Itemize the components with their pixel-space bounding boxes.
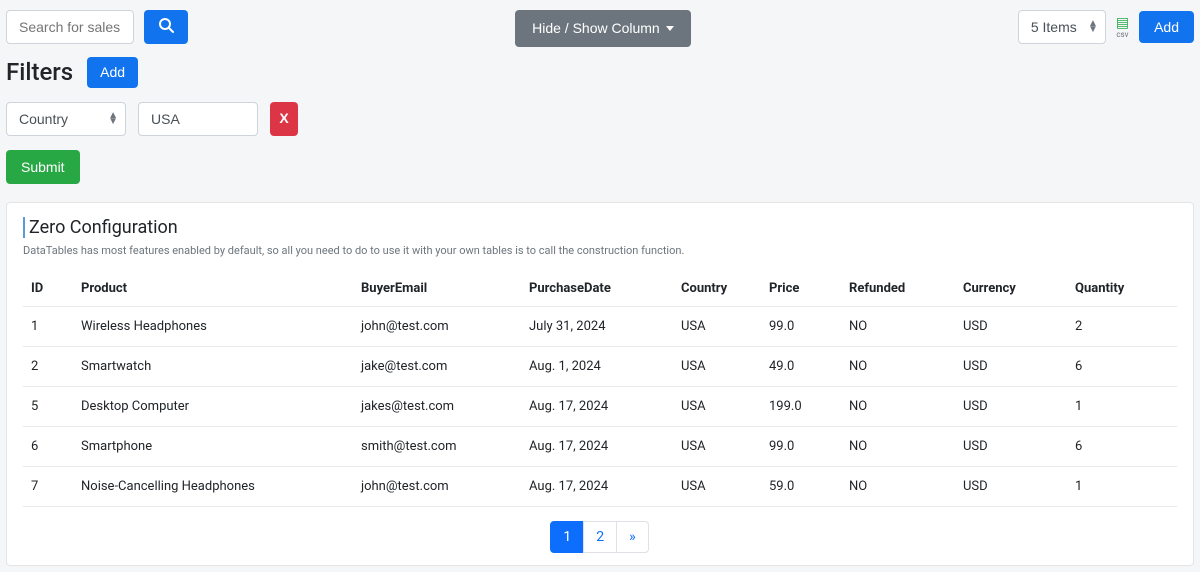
cell-product: Smartphone: [73, 427, 353, 467]
table-row: 5Desktop Computerjakes@test.comAug. 17, …: [23, 387, 1177, 427]
cell-product: Desktop Computer: [73, 387, 353, 427]
cell-refunded: NO: [841, 387, 955, 427]
search-input[interactable]: [6, 10, 134, 44]
cell-price: 59.0: [761, 467, 841, 507]
th-price[interactable]: Price: [761, 271, 841, 307]
cell-currency: USD: [955, 467, 1067, 507]
cell-refunded: NO: [841, 307, 955, 347]
items-per-page-select-inner[interactable]: 5 Items: [1018, 10, 1106, 44]
cell-price: 99.0: [761, 427, 841, 467]
cell-price: 99.0: [761, 307, 841, 347]
cell-email: john@test.com: [353, 467, 521, 507]
cell-product: Wireless Headphones: [73, 307, 353, 347]
search-icon: [158, 17, 174, 37]
cell-country: USA: [673, 467, 761, 507]
th-email[interactable]: BuyerEmail: [353, 271, 521, 307]
sales-table: ID Product BuyerEmail PurchaseDate Count…: [23, 271, 1177, 507]
filter-field-select[interactable]: Country ▲▼: [6, 102, 126, 136]
cell-email: jake@test.com: [353, 347, 521, 387]
cell-product: Noise-Cancelling Headphones: [73, 467, 353, 507]
card-description: DataTables has most features enabled by …: [23, 244, 1177, 257]
table-row: 2Smartwatchjake@test.comAug. 1, 2024USA4…: [23, 347, 1177, 387]
hide-show-column-button[interactable]: Hide / Show Column: [515, 10, 691, 47]
add-filter-button[interactable]: Add: [87, 57, 138, 88]
cell-id: 2: [23, 347, 73, 387]
cell-refunded: NO: [841, 467, 955, 507]
th-quantity[interactable]: Quantity: [1067, 271, 1177, 307]
page-next[interactable]: »: [616, 521, 649, 553]
cell-quantity: 6: [1067, 427, 1177, 467]
filter-value-input[interactable]: [138, 102, 258, 136]
cell-date: July 31, 2024: [521, 307, 673, 347]
cell-price: 49.0: [761, 347, 841, 387]
th-date[interactable]: PurchaseDate: [521, 271, 673, 307]
cell-currency: USD: [955, 387, 1067, 427]
filters-heading: Filters: [6, 58, 73, 86]
table-row: 7Noise-Cancelling Headphonesjohn@test.co…: [23, 467, 1177, 507]
remove-filter-button[interactable]: X: [270, 102, 298, 136]
cell-id: 6: [23, 427, 73, 467]
table-row: 6Smartphonesmith@test.comAug. 17, 2024US…: [23, 427, 1177, 467]
card-title: Zero Configuration: [23, 217, 1177, 238]
csv-label: csv: [1116, 30, 1128, 39]
cell-id: 7: [23, 467, 73, 507]
search-button[interactable]: [144, 10, 188, 44]
filter-field-select-inner[interactable]: Country: [6, 102, 126, 136]
cell-email: john@test.com: [353, 307, 521, 347]
pagination: 12»: [23, 521, 1177, 553]
spreadsheet-icon: ▤: [1116, 16, 1129, 30]
cell-country: USA: [673, 427, 761, 467]
cell-date: Aug. 17, 2024: [521, 467, 673, 507]
cell-email: smith@test.com: [353, 427, 521, 467]
cell-refunded: NO: [841, 347, 955, 387]
cell-quantity: 6: [1067, 347, 1177, 387]
table-header-row: ID Product BuyerEmail PurchaseDate Count…: [23, 271, 1177, 307]
export-csv-button[interactable]: ▤ csv: [1116, 16, 1129, 39]
cell-refunded: NO: [841, 427, 955, 467]
data-card: Zero Configuration DataTables has most f…: [6, 202, 1194, 566]
filter-row: Country ▲▼ X: [6, 102, 1194, 136]
th-currency[interactable]: Currency: [955, 271, 1067, 307]
add-button[interactable]: Add: [1139, 11, 1194, 44]
table-row: 1Wireless Headphonesjohn@test.comJuly 31…: [23, 307, 1177, 347]
hide-show-column-label: Hide / Show Column: [532, 20, 660, 37]
cell-id: 5: [23, 387, 73, 427]
cell-country: USA: [673, 307, 761, 347]
cell-quantity: 1: [1067, 387, 1177, 427]
cell-product: Smartwatch: [73, 347, 353, 387]
items-per-page-select[interactable]: 5 Items ▲▼: [1018, 10, 1106, 44]
th-country[interactable]: Country: [673, 271, 761, 307]
page-1[interactable]: 1: [550, 521, 584, 553]
chevron-down-icon: [666, 26, 674, 31]
cell-country: USA: [673, 347, 761, 387]
cell-date: Aug. 1, 2024: [521, 347, 673, 387]
cell-date: Aug. 17, 2024: [521, 427, 673, 467]
th-refunded[interactable]: Refunded: [841, 271, 955, 307]
th-product[interactable]: Product: [73, 271, 353, 307]
cell-date: Aug. 17, 2024: [521, 387, 673, 427]
cell-currency: USD: [955, 347, 1067, 387]
submit-filters-button[interactable]: Submit: [6, 150, 80, 185]
cell-quantity: 1: [1067, 467, 1177, 507]
page-2[interactable]: 2: [583, 521, 617, 553]
cell-quantity: 2: [1067, 307, 1177, 347]
cell-country: USA: [673, 387, 761, 427]
cell-email: jakes@test.com: [353, 387, 521, 427]
th-id[interactable]: ID: [23, 271, 73, 307]
cell-id: 1: [23, 307, 73, 347]
cell-currency: USD: [955, 307, 1067, 347]
cell-price: 199.0: [761, 387, 841, 427]
cell-currency: USD: [955, 427, 1067, 467]
